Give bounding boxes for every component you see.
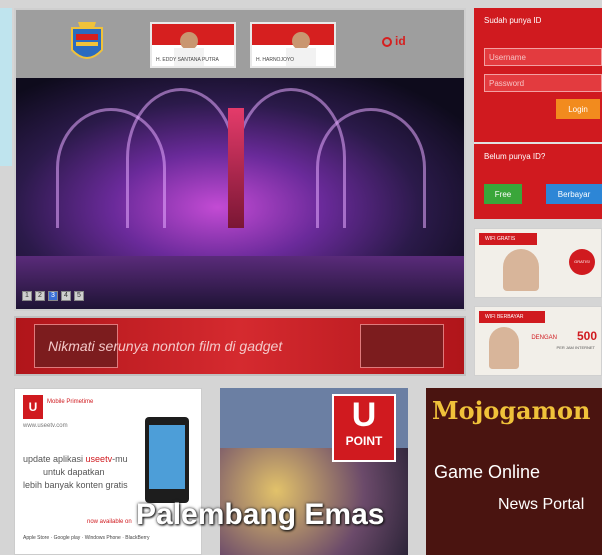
page: H. EDDY SANTANA PUTRA H. HARNOJOYO id 1 [0,0,602,555]
official-caption: H. HARNOJOYO [256,57,295,63]
left-strip [0,8,12,166]
city-emblem-icon [68,20,106,68]
useetv-line-1: update aplikasi useetv-mu [23,453,128,466]
password-input[interactable] [484,74,602,92]
promo-person-image [489,327,519,369]
useetv-url: www.useetv.com [23,423,68,429]
fountain-arc [126,88,236,228]
login-button[interactable]: Login [556,99,600,119]
phone-screen [149,425,185,489]
promo-person-image [503,249,539,291]
tower [228,108,244,228]
wifi-paid-price: 500 [576,329,597,343]
store-badges: Apple Store · Google play · Windows Phon… [23,535,150,541]
wifi-paid-sub: PER JAM INTERNET [556,345,595,350]
fountain-basin [16,256,464,309]
useetv-line-1-post: -mu [112,454,128,464]
wifi-paid-promo[interactable]: WIFI BERBAYAR DENGAN 500 PER JAM INTERNE… [474,306,602,376]
overlay-title: Palembang Emas [136,498,385,531]
film-banner[interactable]: Nikmati serunya nonton film di gadget [14,316,466,376]
useetv-line-3: lebih banyak konten gratis [23,480,128,490]
register-title: Belum punya ID? [484,152,546,161]
wifi-paid-prefix: DENGAN [531,335,557,341]
banner-image-right [360,324,444,368]
hero-topbar: H. EDDY SANTANA PUTRA H. HARNOJOYO id [16,10,464,78]
hero-slider[interactable]: H. EDDY SANTANA PUTRA H. HARNOJOYO id 1 [14,8,466,311]
useetv-line-2: untuk dapatkan [43,467,105,477]
slider-page-4[interactable]: 4 [61,291,71,301]
useeid-label: id [395,34,406,48]
slider-pagination: 1 2 3 4 5 [22,291,84,301]
wifi-free-promo[interactable]: WIFI GRATIS GRATIS! [474,228,602,298]
useetv-available: now available on [87,519,132,525]
useetv-line-1-hl: useetv [85,454,113,464]
mojogamon-sub-2: News Portal [498,496,585,513]
official-photo-right[interactable]: H. HARNOJOYO [250,22,336,68]
slider-page-1[interactable]: 1 [22,291,32,301]
slider-page-3[interactable]: 3 [48,291,58,301]
wifi-free-tag: WIFI GRATIS [479,233,538,245]
fountain-photo [16,78,464,309]
upoint-logo: U POINT [332,394,396,462]
paid-register-button[interactable]: Berbayar [546,184,602,204]
login-title: Sudah punya ID [484,16,542,25]
free-register-button[interactable]: Free [484,184,522,204]
useetv-logo: U [23,395,43,419]
official-caption: H. EDDY SANTANA PUTRA [156,57,219,63]
login-panel: Sudah punya ID Login [474,8,602,136]
wifi-paid-tag: WIFI BERBAYAR [479,311,546,323]
slider-page-5[interactable]: 5 [74,291,84,301]
useetv-copy: update aplikasi useetv-mu untuk dapatkan… [23,453,128,492]
upoint-u: U [351,396,377,434]
register-panel: Belum punya ID? Free Berbayar [474,142,602,219]
fountain-arc [316,108,426,228]
mojogamon-sub-1: Game Online [434,462,541,482]
useetv-brand: Mobile Primetime [47,399,94,405]
official-photo-left[interactable]: H. EDDY SANTANA PUTRA [150,22,236,68]
phone-image [145,417,189,503]
wifi-signal-icon [382,36,392,47]
upoint-label: POINT [345,434,383,448]
username-input[interactable] [484,48,602,66]
slider-page-2[interactable]: 2 [35,291,45,301]
account-sidebar: Sudah punya ID Login Belum punya ID? Fre… [474,8,602,219]
mojogamon-title: Mojogamon [432,396,591,425]
mojogamon-card[interactable]: Mojogamon Game Online News Portal [426,388,602,555]
useetv-line-1-pre: update aplikasi [23,454,86,464]
useeid-logo[interactable]: id [382,34,406,48]
free-badge: GRATIS! [569,249,595,275]
banner-text: Nikmati serunya nonton film di gadget [48,338,283,354]
